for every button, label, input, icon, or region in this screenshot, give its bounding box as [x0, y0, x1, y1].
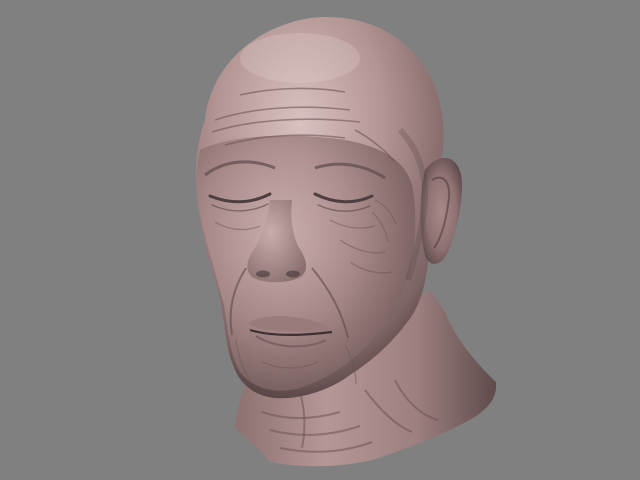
- 3d-viewport[interactable]: [0, 0, 640, 480]
- sculpted-head-render: [196, 17, 497, 467]
- nostril-right: [286, 270, 300, 278]
- scalp-highlight: [240, 33, 360, 83]
- nostril-left: [256, 270, 270, 278]
